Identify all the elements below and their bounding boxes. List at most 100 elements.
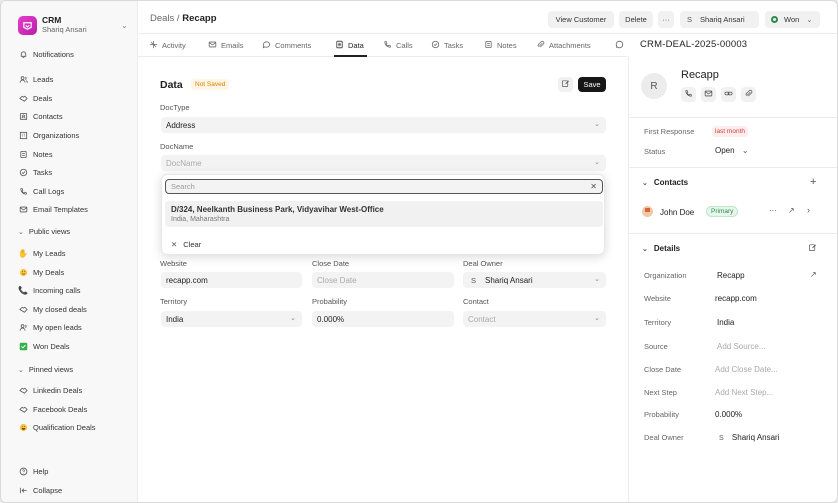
status-select[interactable]: Open ⌄ (715, 146, 749, 155)
pinned-views-toggle[interactable]: ⌄ Pinned views (18, 365, 73, 374)
contacts-section-toggle[interactable]: ⌄ Contacts (642, 178, 688, 187)
tab-data[interactable]: Data (335, 39, 364, 51)
detail-value-owner[interactable]: S Shariq Ansari (719, 433, 780, 442)
detail-label: Probability (644, 410, 680, 419)
paperclip-icon (744, 89, 753, 100)
tab-tasks[interactable]: Tasks (431, 39, 463, 51)
chevron-right-icon[interactable]: › (807, 205, 810, 215)
contact-select[interactable]: Contact ⌄ (463, 311, 606, 327)
detail-value[interactable]: 0.000% (715, 410, 742, 419)
detail-label: Deal Owner (644, 433, 684, 442)
app-window: CRM Shariq Ansari ⌄ Notifications Leads … (0, 0, 838, 503)
doctype-label: DocType (160, 103, 190, 112)
view-customer-button[interactable]: View Customer (548, 11, 614, 28)
sidebar-item-qualification-deals[interactable]: Qualification Deals (18, 420, 96, 434)
public-views-toggle[interactable]: ⌄ Public views (18, 227, 70, 236)
more-button[interactable]: ··· (658, 11, 674, 28)
sidebar-item-won-deals[interactable]: Won Deals (18, 339, 70, 353)
detail-label: Website (644, 294, 671, 303)
detail-value[interactable]: Add Source... (717, 342, 765, 351)
more-options-icon[interactable]: ··· (769, 206, 777, 215)
sidebar-item-notifications[interactable]: Notifications (18, 47, 74, 61)
detail-label: Source (644, 342, 668, 351)
contact-name[interactable]: John Doe (660, 208, 694, 217)
deal-owner-select[interactable]: S Shariq Ansari ⌄ (463, 272, 606, 288)
data-panel: Data Not Saved Save DocType Address ⌄ Do… (138, 58, 628, 502)
chevron-down-icon: ⌄ (594, 159, 600, 166)
sidebar-item-contacts[interactable]: Contacts (18, 109, 63, 123)
detail-value[interactable]: India (717, 318, 734, 327)
app-switcher[interactable]: CRM Shariq Ansari (18, 15, 87, 35)
sidebar-item-leads[interactable]: Leads (18, 72, 53, 86)
sidebar-item-my-leads[interactable]: ✋ My Leads (18, 246, 66, 260)
email-button[interactable] (701, 87, 716, 102)
sidebar-item-label: Call Logs (33, 186, 65, 196)
sidebar-item-tasks[interactable]: Tasks (18, 165, 52, 179)
dropdown-search-input[interactable]: Search ✕ (165, 179, 603, 194)
sidebar-item-label: Organizations (33, 130, 80, 140)
sidebar-item-incoming-calls[interactable]: 📞 Incoming calls (18, 283, 81, 297)
sidebar-item-deals[interactable]: Deals (18, 91, 52, 105)
org-avatar[interactable]: R (641, 73, 667, 99)
collapse-button[interactable]: Collapse (18, 483, 62, 497)
section-label: Public views (28, 227, 71, 236)
assign-button[interactable]: S Shariq Ansari (680, 11, 759, 28)
chevron-down-icon: ⌄ (18, 366, 24, 374)
details-section-toggle[interactable]: ⌄ Details (642, 244, 680, 253)
sidebar-item-facebook-deals[interactable]: Facebook Deals (18, 402, 87, 416)
tab-notes[interactable]: Notes (484, 39, 517, 51)
sidebar-item-organizations[interactable]: Organizations (18, 128, 79, 142)
breadcrumb-deals[interactable]: Deals (150, 13, 174, 24)
docname-select[interactable]: DocName ⌄ (161, 155, 606, 171)
data-title: Data (160, 79, 183, 91)
paperclip-icon (536, 40, 545, 51)
detail-value[interactable]: Recapp (717, 271, 745, 280)
link-button[interactable] (721, 87, 736, 102)
link-icon (724, 89, 733, 100)
dropdown-clear-button[interactable]: ✕ Clear (171, 240, 201, 249)
sidebar-item-my-closed-deals[interactable]: My closed deals (18, 302, 87, 316)
add-contact-icon[interactable]: + (810, 176, 816, 188)
tab-whatsapp[interactable] (615, 39, 628, 51)
probability-input[interactable]: 0.000% (312, 311, 454, 327)
chevron-down-icon[interactable]: ⌄ (121, 21, 128, 30)
tab-attachments[interactable]: Attachments (536, 39, 591, 51)
tab-comments[interactable]: Comments (262, 39, 311, 51)
clear-label: Clear (183, 240, 202, 249)
website-input[interactable]: recapp.com (161, 272, 302, 288)
phone-emoji-icon: 📞 (18, 285, 28, 295)
sidebar-item-email-templates[interactable]: Email Templates (18, 202, 88, 216)
chevron-down-icon: ⌄ (642, 245, 648, 253)
attach-button[interactable] (741, 87, 756, 102)
sidebar-item-call-logs[interactable]: Call Logs (18, 184, 64, 198)
detail-value[interactable]: recapp.com (715, 294, 757, 303)
open-link-icon[interactable]: ↗ (810, 270, 817, 279)
open-contact-icon[interactable]: ↗ (788, 206, 795, 215)
detail-value[interactable]: Add Close Date... (715, 365, 778, 374)
detail-value[interactable]: Add Next Step... (715, 388, 773, 397)
help-button[interactable]: Help (18, 464, 48, 478)
delete-button[interactable]: Delete (619, 11, 653, 28)
tab-emails[interactable]: Emails (208, 39, 244, 51)
edit-fields-button[interactable] (558, 77, 573, 92)
call-button[interactable] (681, 87, 696, 102)
tab-label: Tasks (444, 40, 464, 50)
handshake-icon (18, 404, 28, 414)
sidebar-item-notes[interactable]: Notes (18, 147, 53, 161)
tab-activity[interactable]: Activity (149, 39, 186, 51)
sidebar-item-linkedin-deals[interactable]: Linkedin Deals (18, 383, 82, 397)
dropdown-option[interactable]: D/324, Neelkanth Business Park, Vidyavih… (165, 201, 603, 227)
save-button[interactable]: Save (578, 77, 606, 92)
status-field-label: Status (644, 147, 666, 156)
sidebar-item-my-open-leads[interactable]: My open leads (18, 320, 82, 334)
edit-icon[interactable] (808, 243, 817, 254)
sidebar-item-my-deals[interactable]: My Deals (18, 265, 64, 279)
contact-label: Contact (463, 297, 489, 306)
status-dropdown[interactable]: Won ⌄ (765, 11, 820, 28)
tab-calls[interactable]: Calls (383, 39, 413, 51)
close-date-input[interactable]: Close Date (312, 272, 454, 288)
search-placeholder: Search (171, 182, 195, 191)
territory-select[interactable]: India ⌄ (161, 311, 302, 327)
doctype-select[interactable]: Address ⌄ (161, 117, 606, 133)
clear-search-icon[interactable]: ✕ (590, 182, 597, 191)
